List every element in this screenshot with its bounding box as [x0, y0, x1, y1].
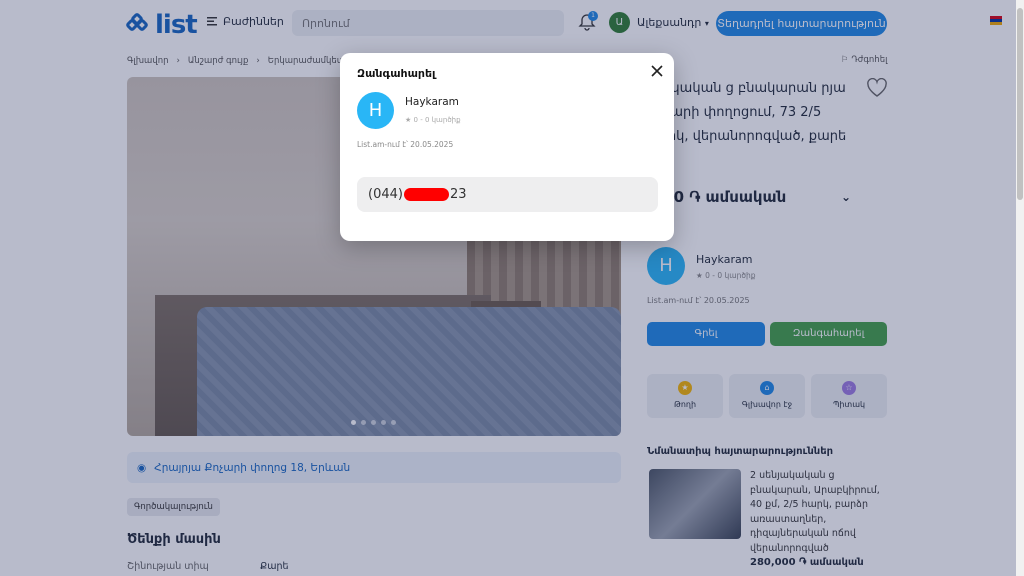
phone-suffix: 23: [449, 187, 467, 202]
modal-rating-text: 0 - 0 կարծիք: [413, 116, 461, 124]
phone-number-field[interactable]: (044) 23: [357, 177, 658, 212]
star-icon: ★: [405, 116, 412, 124]
close-icon[interactable]: [649, 63, 665, 79]
modal-seller-name[interactable]: Haykaram: [405, 96, 459, 108]
modal-title: Զանգահարել: [357, 67, 436, 80]
modal-seller-since: List.am-ում է՝ 20.05.2025: [357, 140, 454, 149]
modal-seller-rating: ★ 0 - 0 կարծիք: [405, 116, 461, 124]
call-modal: Զանգահարել H Haykaram ★ 0 - 0 կարծիք Lis…: [340, 53, 674, 241]
redaction-mark: [403, 188, 449, 201]
phone-prefix: (044): [368, 187, 403, 202]
scrollbar-thumb[interactable]: [1017, 8, 1023, 200]
modal-seller-avatar[interactable]: H: [357, 92, 394, 129]
